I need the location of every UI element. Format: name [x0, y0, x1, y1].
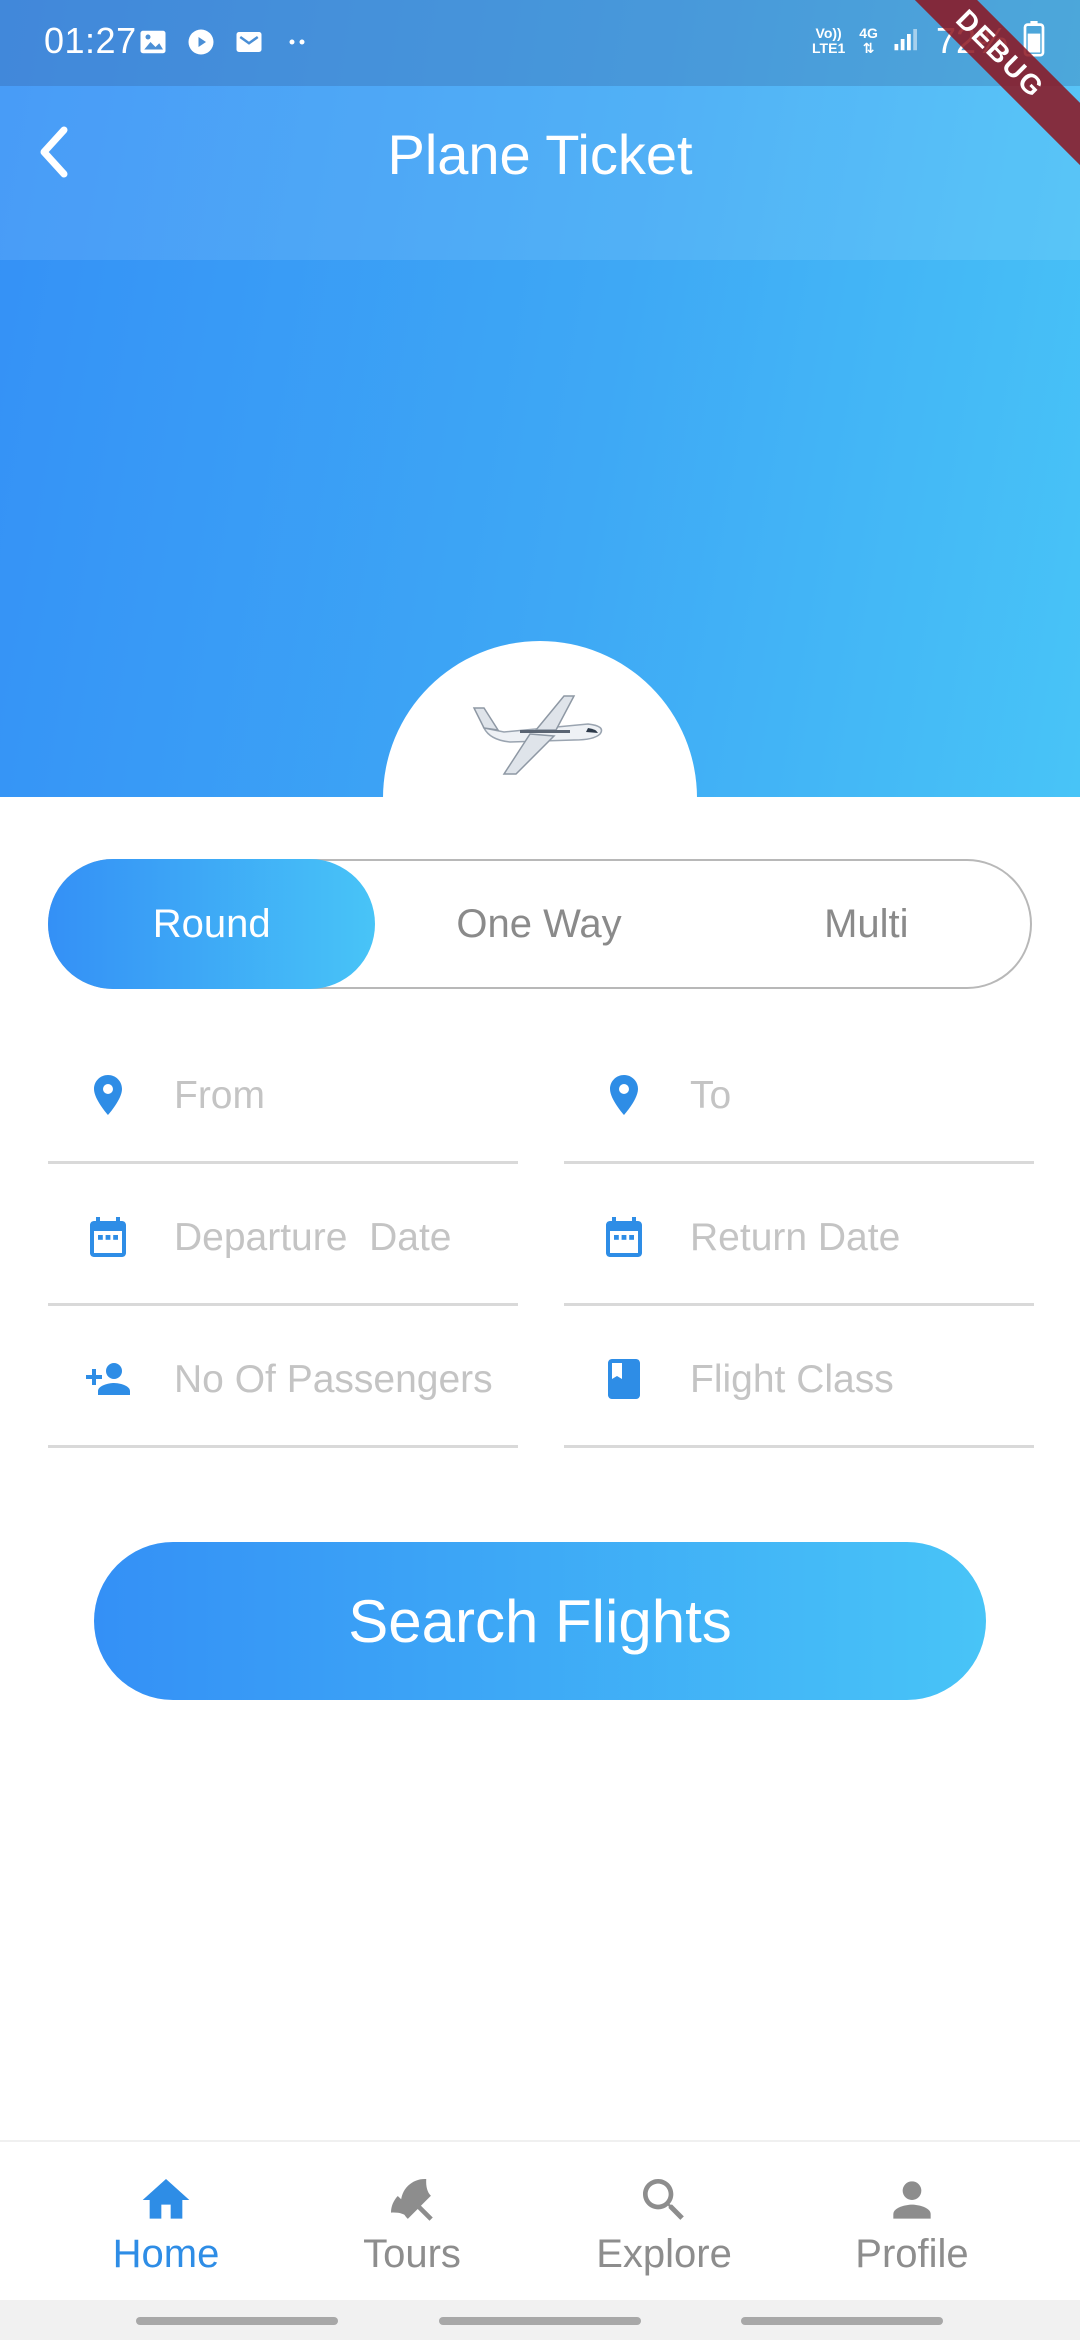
- nav-explore[interactable]: Explore: [564, 2142, 764, 2302]
- add-person-icon: [86, 1363, 130, 1395]
- more-dots-icon: [282, 27, 312, 57]
- tab-one-way[interactable]: One Way: [375, 861, 702, 987]
- play-icon: [186, 27, 216, 57]
- return-date-field[interactable]: Return Date: [564, 1166, 1034, 1306]
- nav-home[interactable]: Home: [66, 2142, 266, 2302]
- nav-profile[interactable]: Profile: [812, 2142, 1012, 2302]
- system-recents-button[interactable]: [136, 2317, 338, 2325]
- location-pin-icon: [94, 1075, 122, 1115]
- nav-tours-label: Tours: [363, 2232, 461, 2276]
- passengers-field[interactable]: No Of Passengers: [48, 1308, 518, 1448]
- person-icon: [893, 2181, 931, 2219]
- departure-date-placeholder: Departure Date: [174, 1216, 452, 1259]
- calendar-icon: [606, 1217, 642, 1257]
- home-icon: [142, 2179, 190, 2219]
- passengers-placeholder: No Of Passengers: [174, 1358, 493, 1401]
- return-date-placeholder: Return Date: [690, 1216, 901, 1259]
- status-time: 01:27: [44, 20, 137, 61]
- flight-class-placeholder: Flight Class: [690, 1358, 894, 1401]
- departure-date-field[interactable]: Departure Date: [48, 1166, 518, 1306]
- beach-umbrella-icon: [391, 2179, 433, 2221]
- from-field[interactable]: From: [48, 1024, 518, 1164]
- system-home-button[interactable]: [439, 2317, 641, 2325]
- to-placeholder: To: [690, 1074, 732, 1117]
- bottom-navigation: Home Tours Explore Profile: [0, 2140, 1080, 2300]
- nav-tours[interactable]: Tours: [312, 2142, 512, 2302]
- search-icon: [643, 2179, 684, 2220]
- status-bar: 01:27 Vo)) LTE1 4G ⇅ 72% DEBUG: [0, 0, 1080, 176]
- from-placeholder: From: [174, 1074, 265, 1117]
- search-flights-button[interactable]: Search Flights: [94, 1542, 986, 1700]
- nav-explore-label: Explore: [596, 2232, 732, 2276]
- signal-icon: [892, 24, 922, 59]
- mail-icon: [234, 27, 264, 57]
- page-title: Plane Ticket: [387, 123, 693, 186]
- calendar-icon: [90, 1217, 126, 1257]
- tab-round[interactable]: Round: [48, 859, 376, 989]
- tab-multi[interactable]: Multi: [703, 861, 1030, 987]
- gallery-icon: [138, 27, 168, 57]
- volte-indicator: Vo)) LTE1: [812, 25, 846, 56]
- airplane-icon: [472, 695, 603, 775]
- nav-home-label: Home: [112, 2232, 220, 2276]
- trip-type-selector: Round One Way Multi: [48, 859, 1032, 989]
- nav-profile-label: Profile: [855, 2232, 969, 2276]
- to-field[interactable]: To: [564, 1024, 1034, 1164]
- book-icon: [608, 1359, 640, 1399]
- system-navigation-bar: [0, 2300, 1080, 2340]
- location-pin-icon: [610, 1075, 638, 1115]
- notification-icons: [138, 27, 312, 57]
- network-type-indicator: 4G ⇅: [859, 25, 878, 56]
- flight-class-field[interactable]: Flight Class: [564, 1308, 1034, 1448]
- system-back-button[interactable]: [741, 2317, 943, 2325]
